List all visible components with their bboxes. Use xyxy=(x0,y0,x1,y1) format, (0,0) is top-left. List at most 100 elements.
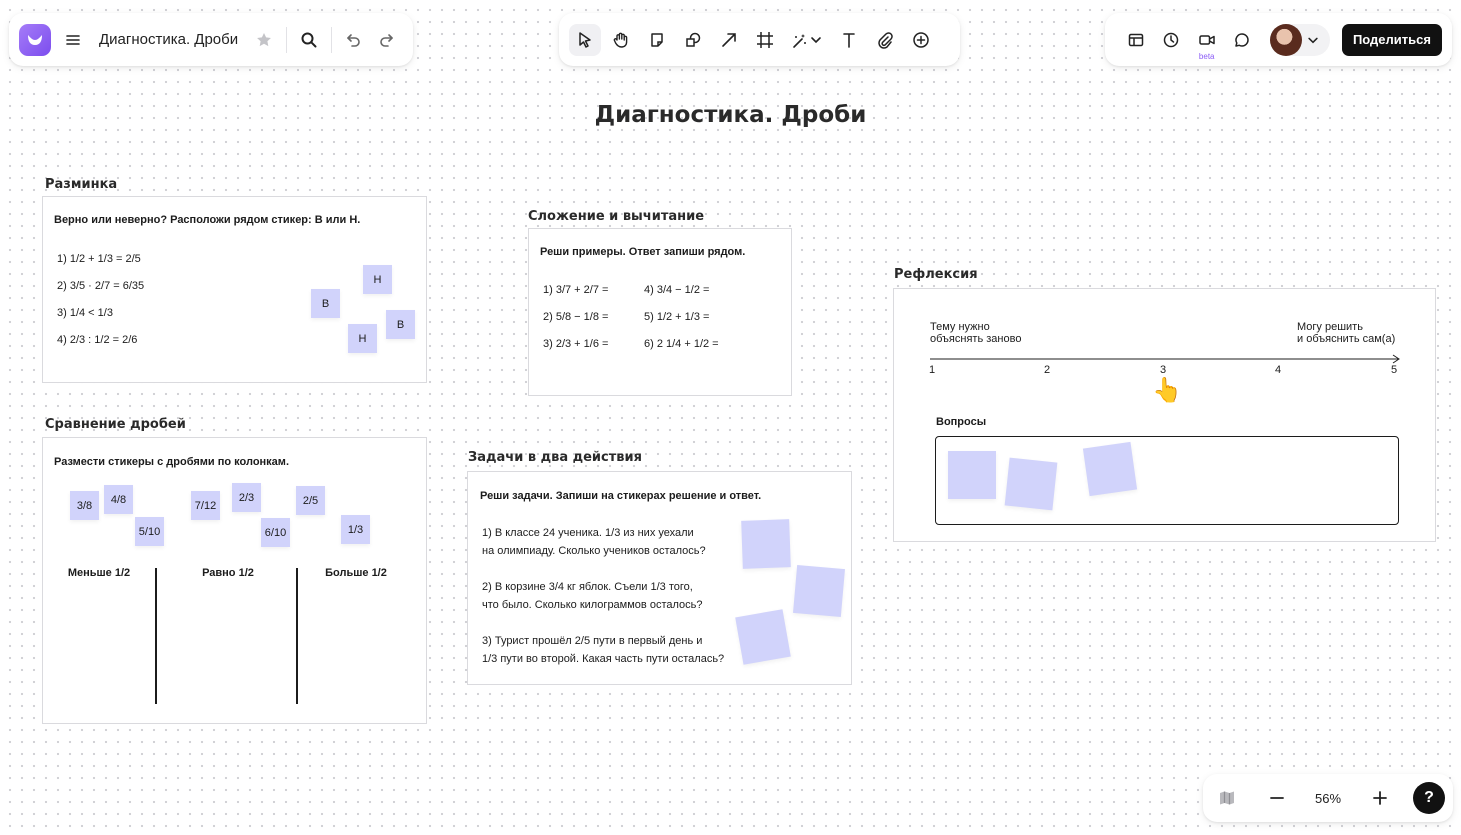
scale-left-label: объяснять заново xyxy=(930,333,1022,345)
avatar[interactable] xyxy=(1269,23,1302,56)
text-icon[interactable] xyxy=(833,24,865,56)
answer-sticker[interactable] xyxy=(792,564,846,618)
column-less: Меньше 1/2 xyxy=(67,567,131,579)
compare-title: Сравнение дробей xyxy=(45,417,186,432)
help-button[interactable]: ? xyxy=(1413,782,1445,814)
app-logo[interactable] xyxy=(19,23,51,56)
addsub-item: 6) 2 1/4 + 1/2 = xyxy=(644,338,719,350)
pointer-icon[interactable]: 👆 xyxy=(1152,379,1182,403)
user-menu[interactable] xyxy=(1269,23,1330,56)
zoom-in-button[interactable] xyxy=(1364,782,1396,814)
fraction-sticker[interactable]: 2/3 xyxy=(232,483,261,512)
warmup-instruction: Верно или неверно? Расположи рядом стике… xyxy=(54,214,361,226)
scale-axis xyxy=(930,354,1400,364)
sticker-n[interactable]: Н xyxy=(363,265,392,294)
tasks-frame[interactable]: Реши задачи. Запиши на стикерах решение … xyxy=(467,471,852,685)
scale-left-label: Тему нужно xyxy=(930,321,990,333)
scale-right-label: и объяснить сам(а) xyxy=(1297,333,1396,345)
menu-icon[interactable] xyxy=(57,24,89,56)
sticker-n[interactable]: Н xyxy=(348,324,377,353)
addsub-frame[interactable]: Реши примеры. Ответ запиши рядом. 1) 3/7… xyxy=(528,228,792,396)
question-sticker[interactable] xyxy=(1082,441,1138,497)
tools-toolbar xyxy=(559,13,960,66)
zoom-level[interactable]: 56% xyxy=(1310,791,1346,806)
compare-frame[interactable]: Размести стикеры с дробями по колонкам. … xyxy=(42,437,427,724)
addsub-title: Сложение и вычитание xyxy=(528,209,705,224)
question-sticker[interactable] xyxy=(1004,457,1058,511)
redo-icon[interactable] xyxy=(370,24,402,56)
reflection-title: Рефлексия xyxy=(894,267,978,282)
frame-icon[interactable] xyxy=(749,24,781,56)
warmup-item: 3) 1/4 < 1/3 xyxy=(57,307,113,319)
fraction-sticker[interactable]: 7/12 xyxy=(191,491,220,520)
addsub-item: 4) 3/4 − 1/2 = xyxy=(644,284,710,296)
search-icon[interactable] xyxy=(293,24,325,56)
addsub-item: 5) 1/2 + 1/3 = xyxy=(644,311,710,323)
divider xyxy=(286,26,288,53)
scale-tick: 5 xyxy=(1391,364,1398,376)
task-text: что было. Сколько килограммов осталось? xyxy=(482,599,703,611)
star-icon[interactable] xyxy=(248,24,280,56)
task-text: 1) В классе 24 ученика. 1/3 из них уехал… xyxy=(482,527,694,539)
task-text: 3) Турист прошёл 2/5 пути в первый день … xyxy=(482,635,703,647)
board-name[interactable]: Диагностика. Дроби xyxy=(99,31,238,48)
column-divider xyxy=(296,568,298,704)
question-sticker[interactable] xyxy=(948,451,996,499)
warmup-title: Разминка xyxy=(45,177,118,192)
column-more: Больше 1/2 xyxy=(325,567,387,579)
scale-right-label: Могу решить xyxy=(1297,321,1363,333)
addsub-item: 1) 3/7 + 2/7 = xyxy=(543,284,609,296)
fraction-sticker[interactable]: 6/10 xyxy=(261,518,290,547)
arrow-icon[interactable] xyxy=(713,24,745,56)
task-text: на олимпиаду. Сколько учеников осталось? xyxy=(482,545,706,557)
divider xyxy=(331,26,333,53)
zoom-controls: 56% ? xyxy=(1203,774,1453,822)
questions-box[interactable] xyxy=(935,436,1399,525)
tasks-title: Задачи в два действия xyxy=(468,450,642,465)
task-text: 2) В корзине 3/4 кг яблок. Съели 1/3 тог… xyxy=(482,581,693,593)
zoom-out-button[interactable] xyxy=(1261,782,1293,814)
warmup-item: 2) 3/5 · 2/7 = 6/35 xyxy=(57,280,145,292)
add-icon[interactable] xyxy=(905,24,937,56)
questions-label: Вопросы xyxy=(936,416,987,428)
left-toolbar: Диагностика. Дроби xyxy=(9,13,413,66)
magic-icon[interactable] xyxy=(785,24,829,56)
reflection-frame[interactable]: Тему нужно объяснять заново Могу решить … xyxy=(893,288,1436,542)
video-icon[interactable]: beta xyxy=(1191,24,1222,61)
undo-icon[interactable] xyxy=(338,24,370,56)
hand-icon[interactable] xyxy=(605,24,637,56)
answer-sticker[interactable] xyxy=(735,609,791,665)
scale-tick: 3 xyxy=(1160,364,1167,376)
right-toolbar: beta Поделиться xyxy=(1105,13,1452,66)
warmup-item: 1) 1/2 + 1/3 = 2/5 xyxy=(57,253,141,265)
fraction-sticker[interactable]: 3/8 xyxy=(70,491,99,520)
compare-instruction: Размести стикеры с дробями по колонкам. xyxy=(54,456,289,468)
sticker-v[interactable]: В xyxy=(386,310,415,339)
sticky-note-icon[interactable] xyxy=(641,24,673,56)
attachment-icon[interactable] xyxy=(869,24,901,56)
board-title: Диагностика. Дроби xyxy=(594,102,867,128)
warmup-item: 4) 2/3 : 1/2 = 2/6 xyxy=(57,334,138,346)
answer-sticker[interactable] xyxy=(741,519,791,569)
warmup-frame[interactable]: Верно или неверно? Расположи рядом стике… xyxy=(42,196,427,383)
shapes-icon[interactable] xyxy=(677,24,709,56)
addsub-instruction: Реши примеры. Ответ запиши рядом. xyxy=(540,246,746,258)
column-equal: Равно 1/2 xyxy=(202,567,254,579)
fraction-sticker[interactable]: 2/5 xyxy=(296,486,325,515)
scale-tick: 2 xyxy=(1044,364,1051,376)
layout-icon[interactable] xyxy=(1120,24,1151,56)
fraction-sticker[interactable]: 5/10 xyxy=(135,517,164,546)
chevron-down-icon[interactable] xyxy=(1302,24,1324,56)
comment-icon[interactable] xyxy=(1226,24,1257,56)
map-icon[interactable] xyxy=(1211,782,1243,814)
share-button[interactable]: Поделиться xyxy=(1341,23,1442,56)
scale-tick: 4 xyxy=(1275,364,1282,376)
fraction-sticker[interactable]: 1/3 xyxy=(341,515,370,544)
beta-badge: beta xyxy=(1198,51,1215,61)
addsub-item: 2) 5/8 − 1/8 = xyxy=(543,311,609,323)
sticker-v[interactable]: В xyxy=(311,289,340,318)
clock-icon[interactable] xyxy=(1155,24,1186,56)
fraction-sticker[interactable]: 4/8 xyxy=(104,485,133,514)
task-text: 1/3 пути во второй. Какая часть пути ост… xyxy=(482,653,725,665)
select-icon[interactable] xyxy=(569,23,601,56)
